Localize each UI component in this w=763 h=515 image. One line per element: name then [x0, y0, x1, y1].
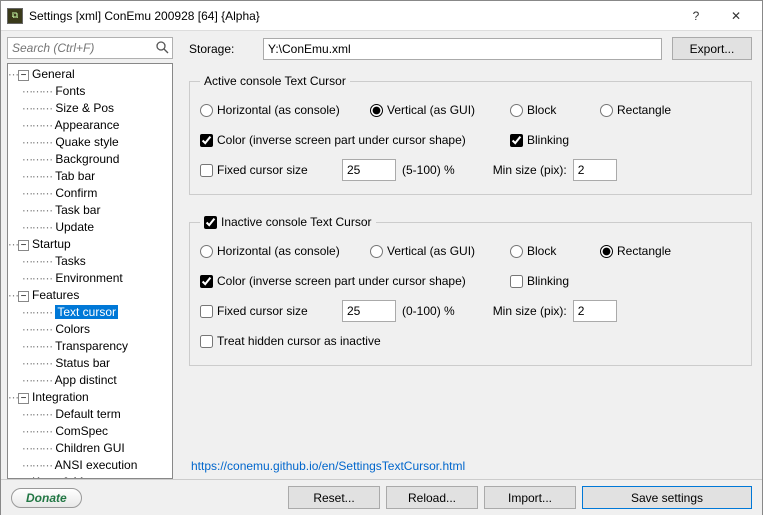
tree-tasks[interactable]: ⋯⋯⋯ Tasks — [8, 253, 172, 270]
tree-appdistinct[interactable]: ⋯⋯⋯ App distinct — [8, 372, 172, 389]
help-link[interactable]: https://conemu.github.io/en/SettingsText… — [191, 459, 465, 473]
tree-fonts[interactable]: ⋯⋯⋯ Fonts — [8, 83, 172, 100]
main-panel: Storage: Export... Active console Text C… — [179, 31, 762, 479]
inactive-size-input[interactable] — [342, 300, 396, 322]
active-vertical-radio[interactable]: Vertical (as GUI) — [370, 103, 510, 117]
window-title: Settings [xml] ConEmu 200928 [64] {Alpha… — [29, 9, 676, 23]
active-range-label: (5-100) % — [402, 163, 455, 177]
treat-hidden-check[interactable]: Treat hidden cursor as inactive — [200, 334, 381, 348]
inactive-min-label: Min size (pix): — [493, 304, 567, 318]
tree-sizepos[interactable]: ⋯⋯⋯ Size & Pos — [8, 100, 172, 117]
tree-integration[interactable]: ⋯−Integration — [8, 389, 172, 406]
tree-environment[interactable]: ⋯⋯⋯ Environment — [8, 270, 172, 287]
active-blinking-check[interactable]: Blinking — [510, 133, 569, 147]
active-legend: Active console Text Cursor — [200, 74, 350, 88]
tree-statusbar[interactable]: ⋯⋯⋯ Status bar — [8, 355, 172, 372]
tree-quake[interactable]: ⋯⋯⋯ Quake style — [8, 134, 172, 151]
storage-input[interactable] — [263, 38, 662, 60]
tree-tabbar[interactable]: ⋯⋯⋯ Tab bar — [8, 168, 172, 185]
active-fixed-check[interactable]: Fixed cursor size — [200, 163, 326, 177]
tree-features[interactable]: ⋯−Features — [8, 287, 172, 304]
search-icon[interactable] — [155, 40, 169, 57]
inactive-color-check[interactable]: Color (inverse screen part under cursor … — [200, 274, 510, 288]
tree-ansi[interactable]: ⋯⋯⋯ ANSI execution — [8, 457, 172, 474]
tree-defaultterm[interactable]: ⋯⋯⋯ Default term — [8, 406, 172, 423]
tree-update[interactable]: ⋯⋯⋯ Update — [8, 219, 172, 236]
inactive-cursor-group: Inactive console Text Cursor Horizontal … — [189, 215, 752, 366]
close-button[interactable]: ✕ — [716, 1, 756, 30]
search-input[interactable] — [7, 37, 173, 59]
import-button[interactable]: Import... — [484, 486, 576, 509]
active-color-check[interactable]: Color (inverse screen part under cursor … — [200, 133, 510, 147]
app-icon: ⧉ — [7, 8, 23, 24]
active-rectangle-radio[interactable]: Rectangle — [600, 103, 671, 117]
tree-comspec[interactable]: ⋯⋯⋯ ComSpec — [8, 423, 172, 440]
inactive-legend[interactable]: Inactive console Text Cursor — [200, 215, 376, 229]
tree-startup[interactable]: ⋯−Startup — [8, 236, 172, 253]
active-min-input[interactable] — [573, 159, 617, 181]
active-min-label: Min size (pix): — [493, 163, 567, 177]
tree-textcursor[interactable]: ⋯⋯⋯ Text cursor — [8, 304, 172, 321]
export-button[interactable]: Export... — [672, 37, 752, 60]
inactive-range-label: (0-100) % — [402, 304, 455, 318]
donate-button[interactable]: Donate — [11, 488, 82, 508]
storage-label: Storage: — [189, 42, 253, 56]
inactive-fixed-check[interactable]: Fixed cursor size — [200, 304, 326, 318]
tree-background[interactable]: ⋯⋯⋯ Background — [8, 151, 172, 168]
tree-transparency[interactable]: ⋯⋯⋯ Transparency — [8, 338, 172, 355]
active-cursor-group: Active console Text Cursor Horizontal (a… — [189, 74, 752, 195]
reload-button[interactable]: Reload... — [386, 486, 478, 509]
tree-keys[interactable]: ⋯−Keys & Macro — [8, 474, 172, 479]
reset-button[interactable]: Reset... — [288, 486, 380, 509]
tree-taskbar[interactable]: ⋯⋯⋯ Task bar — [8, 202, 172, 219]
save-settings-button[interactable]: Save settings — [582, 486, 752, 509]
sidebar: ⋯−General ⋯⋯⋯ Fonts ⋯⋯⋯ Size & Pos ⋯⋯⋯ A… — [1, 31, 179, 479]
settings-tree[interactable]: ⋯−General ⋯⋯⋯ Fonts ⋯⋯⋯ Size & Pos ⋯⋯⋯ A… — [7, 63, 173, 479]
active-size-input[interactable] — [342, 159, 396, 181]
tree-confirm[interactable]: ⋯⋯⋯ Confirm — [8, 185, 172, 202]
active-block-radio[interactable]: Block — [510, 103, 600, 117]
tree-general[interactable]: ⋯−General — [8, 66, 172, 83]
active-horizontal-radio[interactable]: Horizontal (as console) — [200, 103, 370, 117]
help-button[interactable]: ? — [676, 1, 716, 30]
footer: Donate Reset... Reload... Import... Save… — [1, 479, 762, 515]
inactive-blinking-check[interactable]: Blinking — [510, 274, 569, 288]
inactive-min-input[interactable] — [573, 300, 617, 322]
tree-colors[interactable]: ⋯⋯⋯ Colors — [8, 321, 172, 338]
inactive-block-radio[interactable]: Block — [510, 244, 600, 258]
inactive-rectangle-radio[interactable]: Rectangle — [600, 244, 671, 258]
tree-childrengui[interactable]: ⋯⋯⋯ Children GUI — [8, 440, 172, 457]
titlebar: ⧉ Settings [xml] ConEmu 200928 [64] {Alp… — [1, 1, 762, 31]
inactive-horizontal-radio[interactable]: Horizontal (as console) — [200, 244, 370, 258]
tree-appearance[interactable]: ⋯⋯⋯ Appearance — [8, 117, 172, 134]
inactive-vertical-radio[interactable]: Vertical (as GUI) — [370, 244, 510, 258]
